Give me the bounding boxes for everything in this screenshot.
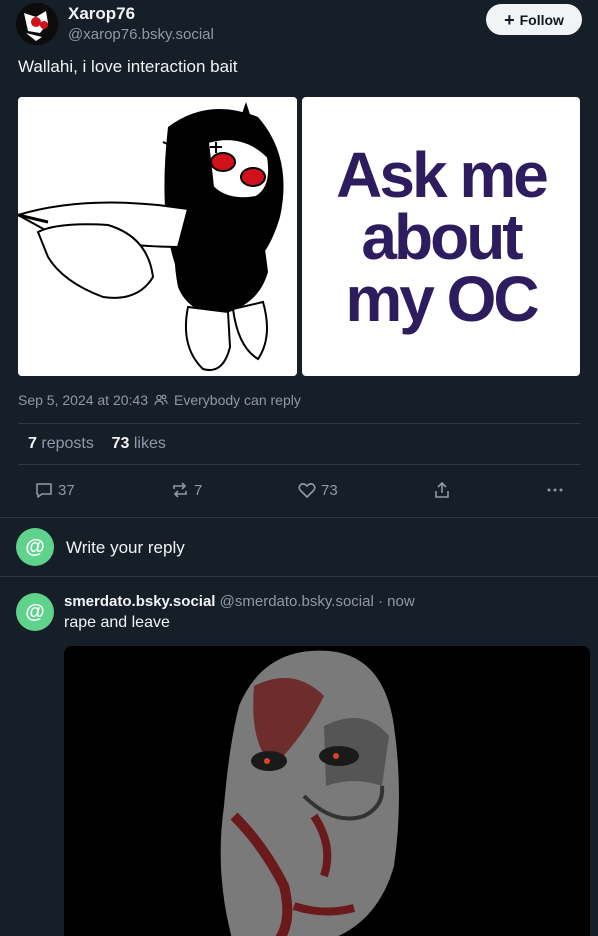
comment-icon [36, 483, 52, 498]
repost-button[interactable]: 7 [170, 480, 202, 500]
people-icon [154, 393, 168, 407]
author-avatar[interactable] [16, 3, 58, 45]
like-count: 73 [321, 481, 338, 499]
reply-header: smerdato.bsky.social @smerdato.bsky.soci… [64, 593, 415, 610]
reply-text: rape and leave [64, 614, 170, 631]
repost-count: 7 [194, 481, 203, 499]
reply-time: · now [377, 593, 415, 610]
at-icon: @ [25, 535, 45, 558]
reposts-count[interactable]: 7 [28, 435, 37, 452]
author-name[interactable]: Xarop76 [68, 4, 135, 24]
oc-text-line-2: about [361, 200, 523, 273]
reply-composer[interactable]: @ Write your reply [0, 518, 598, 576]
heart-icon [298, 483, 316, 498]
author-handle[interactable]: @xarop76.bsky.social [68, 26, 214, 43]
reply-author-handle[interactable]: @smerdato.bsky.social [220, 593, 374, 610]
divider [18, 423, 580, 424]
divider [18, 464, 580, 465]
reply-button[interactable]: 37 [34, 480, 75, 500]
reply-author-avatar[interactable]: @ [16, 593, 54, 631]
post-stats: 7 reposts 73 likes [28, 435, 166, 453]
oc-text-line-1: Ask me [336, 138, 549, 211]
post-text: Wallahi, i love interaction bait [18, 57, 238, 76]
at-icon: @ [25, 600, 45, 623]
reply-setting[interactable]: Everybody can reply [174, 392, 301, 408]
reply-input[interactable]: Write your reply [66, 538, 185, 558]
plus-icon: + [504, 9, 515, 30]
repost-icon [173, 482, 187, 498]
share-button[interactable] [432, 480, 452, 500]
post-image-ask-me-about-my-oc[interactable]: Ask me about my OC [302, 97, 580, 376]
reposts-label[interactable]: reposts [41, 435, 93, 452]
reply-count: 37 [58, 481, 75, 499]
follow-label: Follow [519, 11, 564, 28]
ellipsis-icon [547, 488, 563, 492]
more-options-button[interactable] [545, 480, 565, 500]
post-meta: Sep 5, 2024 at 20:43 Everybody can reply [18, 392, 301, 408]
post-actions: 37 7 73 [0, 480, 598, 502]
follow-button[interactable]: + Follow [486, 4, 582, 35]
post-timestamp[interactable]: Sep 5, 2024 at 20:43 [18, 392, 148, 408]
user-avatar: @ [16, 528, 54, 566]
likes-count[interactable]: 73 [112, 435, 130, 452]
like-button[interactable]: 73 [297, 480, 338, 500]
share-icon [435, 481, 449, 498]
divider [0, 576, 598, 577]
likes-label[interactable]: likes [134, 435, 166, 452]
post-image-pointing-character[interactable] [18, 97, 297, 376]
reply-author-name[interactable]: smerdato.bsky.social [64, 593, 215, 610]
reply-image[interactable] [64, 646, 590, 936]
oc-text-line-3: my OC [345, 262, 539, 335]
